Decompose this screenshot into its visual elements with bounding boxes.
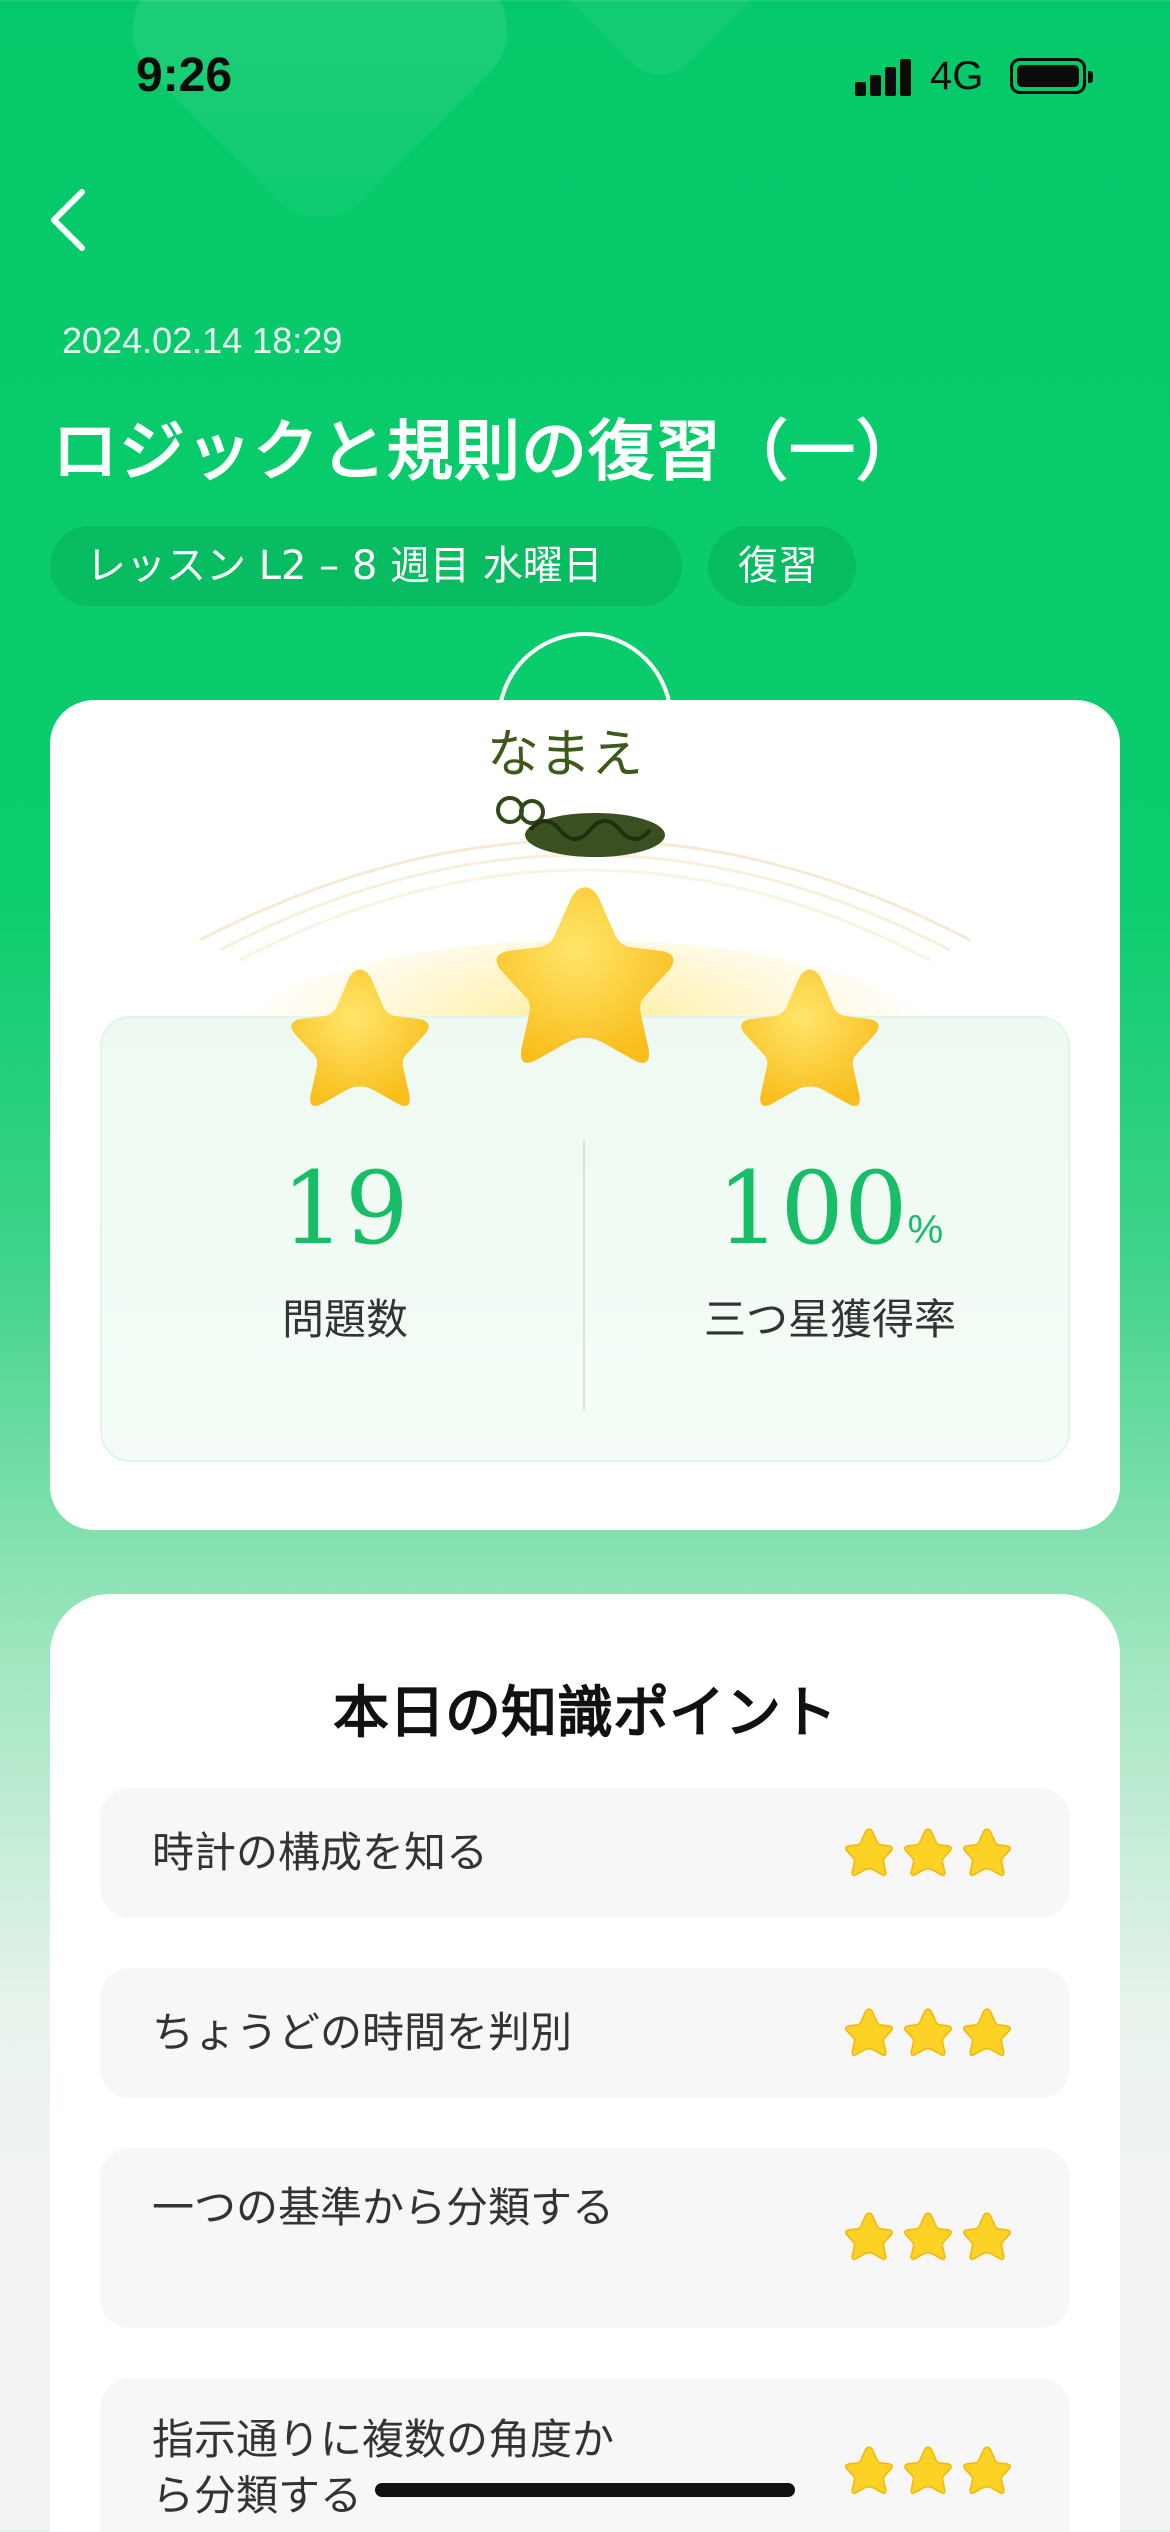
stats-divider — [583, 1140, 585, 1410]
status-bar: 9:26 4G — [0, 0, 1170, 150]
star-icon — [845, 2008, 893, 2057]
knowledge-item-label: 指示通りに複数の角度から分類する — [152, 2415, 615, 2520]
lesson-tag: レッスン L2 – 8 週目 水曜日 — [50, 526, 682, 606]
star-icon — [845, 2446, 893, 2495]
knowledge-item-stars — [842, 2210, 1014, 2266]
home-indicator[interactable] — [375, 2483, 795, 2497]
star-icon — [496, 887, 674, 1063]
three-star-rate-unit: % — [907, 1208, 944, 1252]
back-button[interactable] — [40, 180, 100, 260]
name-label: なまえ — [487, 725, 644, 785]
list-item: 一つの基準から分類する — [100, 2148, 1070, 2328]
handwritten-signature — [496, 796, 665, 857]
star-icon — [741, 969, 879, 1106]
question-count-label: 問題数 — [281, 1295, 408, 1344]
status-time: 9:26 — [136, 49, 233, 102]
review-tag: 復習 — [708, 526, 856, 606]
star-icon — [963, 2008, 1011, 2057]
three-star-rate-value: 100 — [716, 1150, 908, 1267]
knowledge-item-label: 一つの基準から分類する — [152, 2183, 615, 2232]
star-icon — [904, 2008, 952, 2057]
back-chevron-icon — [51, 189, 85, 251]
network-type: 4G — [930, 54, 984, 98]
page-title: ロジックと規則の復習（一） — [52, 413, 923, 490]
session-datetime: 2024.02.14 18:29 — [62, 320, 343, 361]
star-icon — [291, 969, 429, 1106]
three-star-rate-label: 三つ星獲得率 — [703, 1295, 956, 1344]
three-star-rate: 100% — [650, 1150, 1010, 1267]
star-icon — [963, 2212, 1011, 2261]
star-icon — [904, 1828, 952, 1877]
star-icon — [845, 2212, 893, 2261]
star-icon — [904, 2446, 952, 2495]
knowledge-item-stars — [842, 2006, 1014, 2062]
signal-icon — [855, 58, 913, 96]
knowledge-item-stars — [842, 2444, 1014, 2500]
knowledge-title: 本日の知識ポイント — [333, 1681, 837, 1746]
battery-icon — [1010, 58, 1093, 94]
knowledge-item-stars — [842, 1826, 1014, 1882]
list-item: ちょうどの時間を判別 — [100, 1968, 1070, 2098]
list-item: 指示通りに複数の角度から分類する — [100, 2378, 1070, 2532]
star-icon — [904, 2212, 952, 2261]
star-icon — [963, 2446, 1011, 2495]
knowledge-item-label: ちょうどの時間を判別 — [152, 2008, 573, 2057]
list-item: 時計の構成を知る — [100, 1788, 1070, 1918]
star-icon — [963, 1828, 1011, 1877]
question-count: 19 — [281, 1150, 409, 1267]
star-icon — [845, 1828, 893, 1877]
knowledge-item-label: 時計の構成を知る — [152, 1828, 489, 1877]
